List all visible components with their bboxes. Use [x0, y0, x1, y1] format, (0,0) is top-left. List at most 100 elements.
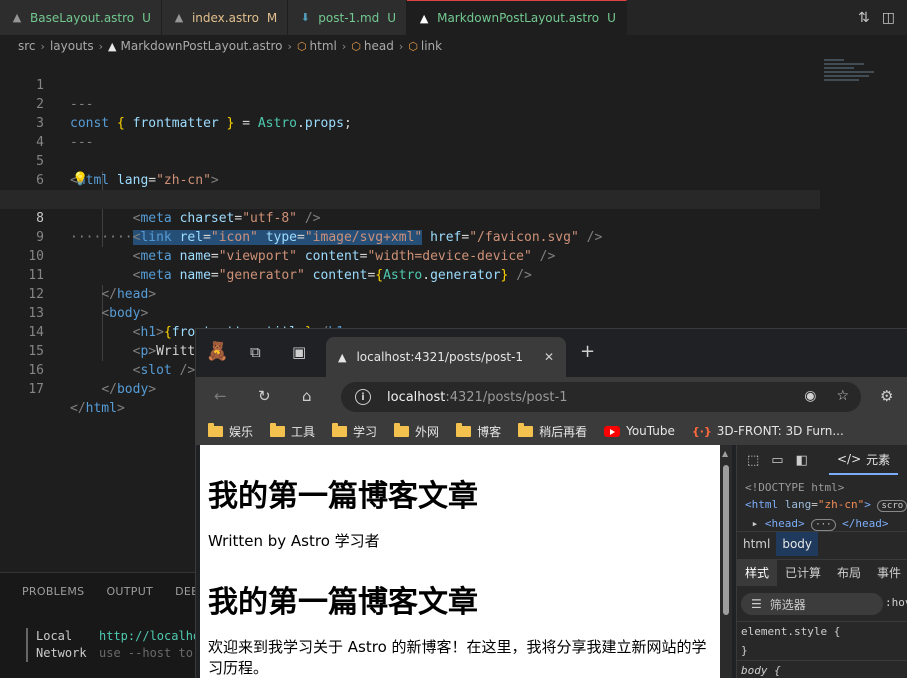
breadcrumb-src[interactable]: src	[18, 39, 36, 53]
code-line-current: 8 ········<link rel="icon" type="image/s…	[0, 190, 820, 245]
folder-icon	[208, 422, 223, 437]
scroll-thumb[interactable]	[723, 465, 729, 615]
breadcrumb-head[interactable]: head	[364, 39, 394, 53]
profile-avatar[interactable]: 🧸	[206, 341, 228, 362]
folder-icon	[394, 422, 410, 437]
event-listeners-tab[interactable]: 事件	[869, 560, 907, 586]
folder-icon	[332, 422, 348, 437]
workspaces-icon[interactable]: ⧉	[250, 343, 261, 361]
breadcrumb: src › layouts › ▲ MarkdownPostLayout.ast…	[0, 35, 907, 57]
element-cube-icon: ⬡	[351, 39, 361, 53]
tab-baselayout[interactable]: ▲ BaseLayout.astro U	[0, 0, 162, 35]
bookmark-folder[interactable]: 娱乐	[208, 422, 253, 440]
compare-changes-icon[interactable]: ⇅	[858, 10, 870, 26]
breadcrumb-file[interactable]: MarkdownPostLayout.astro	[121, 39, 283, 53]
bookmark-3d-front[interactable]: {·} 3D-FRONT: 3D Furn...	[692, 424, 844, 438]
markdown-icon: ⬇	[300, 11, 310, 24]
device-toolbar-icon[interactable]: ▭	[771, 453, 783, 468]
page-scrollbar[interactable]: ▲	[720, 445, 732, 678]
inspect-icon[interactable]: ⬚	[747, 453, 759, 468]
bookmark-folder[interactable]: 外网	[394, 422, 439, 440]
page-heading: 我的第一篇博客文章	[208, 585, 478, 620]
code-line: 3 ---	[36, 116, 94, 150]
split-editor-icon[interactable]: ◫	[882, 10, 895, 26]
dock-icon[interactable]: ◧	[796, 453, 808, 468]
breadcrumb-link[interactable]: link	[421, 39, 442, 53]
styles-tab[interactable]: 样式	[737, 559, 777, 586]
translate-icon[interactable]: ◉	[804, 388, 816, 404]
page-viewport[interactable]: 我的第一篇博客文章 Written by Astro 学习者 我的第一篇博客文章…	[200, 445, 720, 678]
code-line: 9 <meta name="viewport" content="width=d…	[36, 230, 556, 264]
lightbulb-icon[interactable]: 💡	[72, 172, 88, 187]
extensions-icon[interactable]: ⚙	[880, 387, 893, 405]
minimap[interactable]	[820, 57, 900, 97]
chevron-right-icon: ›	[40, 39, 45, 53]
terminal-output[interactable]: Local http://localho Network use --host to	[26, 628, 200, 662]
styles-filter-input[interactable]: ☰ 筛选器	[741, 593, 883, 615]
bookmark-folder[interactable]: 学习	[332, 422, 377, 440]
folder-icon	[456, 422, 472, 437]
info-icon[interactable]: i	[355, 389, 371, 405]
element-cube-icon: ⬡	[296, 39, 307, 53]
browser-titlebar: 🧸 ⧉ ▣ ▲ localhost:4321/posts/post-1 ✕ +	[196, 329, 907, 377]
breadcrumb-html[interactable]: html	[310, 39, 337, 53]
filter-icon: ☰	[751, 597, 762, 611]
bookmark-folder[interactable]: 博客	[456, 422, 501, 440]
dom-tree[interactable]: <!DOCTYPE html> <html lang="zh-cn"> scro…	[745, 479, 907, 534]
address-bar[interactable]: i localhost:4321/posts/post-1 ◉ ☆	[341, 382, 861, 412]
dom-crumb-body[interactable]: body	[776, 531, 819, 556]
code-line: 4	[36, 135, 44, 150]
back-icon[interactable]: ←	[214, 387, 227, 405]
panel-tab-problems[interactable]: PROBLEMS	[22, 585, 84, 598]
author-line: Written by Astro 学习者	[208, 532, 380, 550]
breadcrumb-layouts[interactable]: layouts	[50, 39, 94, 53]
astro-icon: ▲	[174, 11, 184, 24]
youtube-icon	[604, 425, 621, 437]
code-line: 1 ---	[36, 78, 94, 112]
panel-tab-output[interactable]: OUTPUT	[106, 585, 153, 598]
intro-paragraph: 欢迎来到我学习关于 Astro 的新博客！在这里，我将分享我建立新网站的学习历程…	[208, 638, 707, 677]
layout-tab[interactable]: 布局	[829, 560, 869, 586]
favorite-star-icon[interactable]: ☆	[836, 388, 849, 404]
code-line: 14 <p>Written by {frontmatter.author}</p…	[28, 325, 430, 359]
bookmarks-bar: 娱乐 工具 学习 外网 博客 稍后再看 YouTube {·} 3D-FRONT:…	[196, 417, 907, 445]
reload-icon[interactable]: ↻	[258, 387, 271, 405]
tab-index[interactable]: ▲ index.astro M	[161, 0, 289, 35]
editor-tab-bar: ▲ BaseLayout.astro U ▲ index.astro M ⬇ p…	[0, 0, 907, 35]
dom-crumb-html[interactable]: html	[737, 532, 776, 556]
hover-state-toggle[interactable]: :hov	[885, 596, 907, 609]
code-line: 6 <head>	[36, 173, 148, 207]
folder-icon	[518, 422, 534, 437]
styles-pane[interactable]: element.style { } body {	[737, 621, 907, 678]
tab-post-1[interactable]: ⬇ post-1.md U	[288, 0, 408, 35]
new-tab-icon[interactable]: +	[580, 341, 595, 362]
browser-toolbar: ← ↻ ⌂ i localhost:4321/posts/post-1 ◉ ☆ …	[196, 377, 907, 417]
page-heading: 我的第一篇博客文章	[208, 479, 478, 514]
devtools-panel: ⬚ ▭ ◧ </> 元素 <!DOCTYPE html> <html lang="…	[736, 445, 907, 678]
chevron-right-icon: ›	[398, 39, 404, 53]
code-line: 7 <meta charset="utf-8" />	[36, 192, 321, 226]
chevron-right-icon: ›	[98, 39, 104, 53]
code-line: 11 </head>	[28, 268, 157, 302]
tab-actions-icon[interactable]: ▣	[292, 343, 306, 361]
tab-markdownpostlayout[interactable]: ▲ MarkdownPostLayout.astro U	[407, 0, 627, 35]
devtools-tab-elements[interactable]: </> 元素	[829, 445, 899, 475]
astro-icon: ▲	[338, 350, 347, 364]
astro-icon: ▲	[108, 39, 117, 53]
home-icon[interactable]: ⌂	[302, 387, 312, 405]
element-cube-icon: ⬡	[408, 39, 418, 53]
bookmark-folder[interactable]: 稍后再看	[518, 422, 587, 440]
bookmark-folder[interactable]: 工具	[270, 422, 315, 440]
browser-window: 🧸 ⧉ ▣ ▲ localhost:4321/posts/post-1 ✕ + …	[195, 328, 907, 678]
astro-icon: ▲	[419, 11, 429, 25]
code-line: 12 <body>	[28, 287, 149, 321]
close-icon[interactable]: ✕	[544, 350, 554, 364]
computed-tab[interactable]: 已计算	[777, 560, 829, 586]
astro-icon: ▲	[12, 11, 22, 24]
browser-tab[interactable]: ▲ localhost:4321/posts/post-1 ✕	[326, 337, 566, 377]
bookmark-youtube[interactable]: YouTube	[604, 424, 675, 438]
scroll-up-icon[interactable]: ▲	[722, 449, 728, 458]
code-line: 13 <h1>{frontmatter.title}</h1>	[28, 306, 351, 340]
code-line: 5 <html lang="zh-cn">	[36, 154, 219, 188]
code-line: 10 <meta name="generator" content={Astro…	[28, 249, 532, 283]
